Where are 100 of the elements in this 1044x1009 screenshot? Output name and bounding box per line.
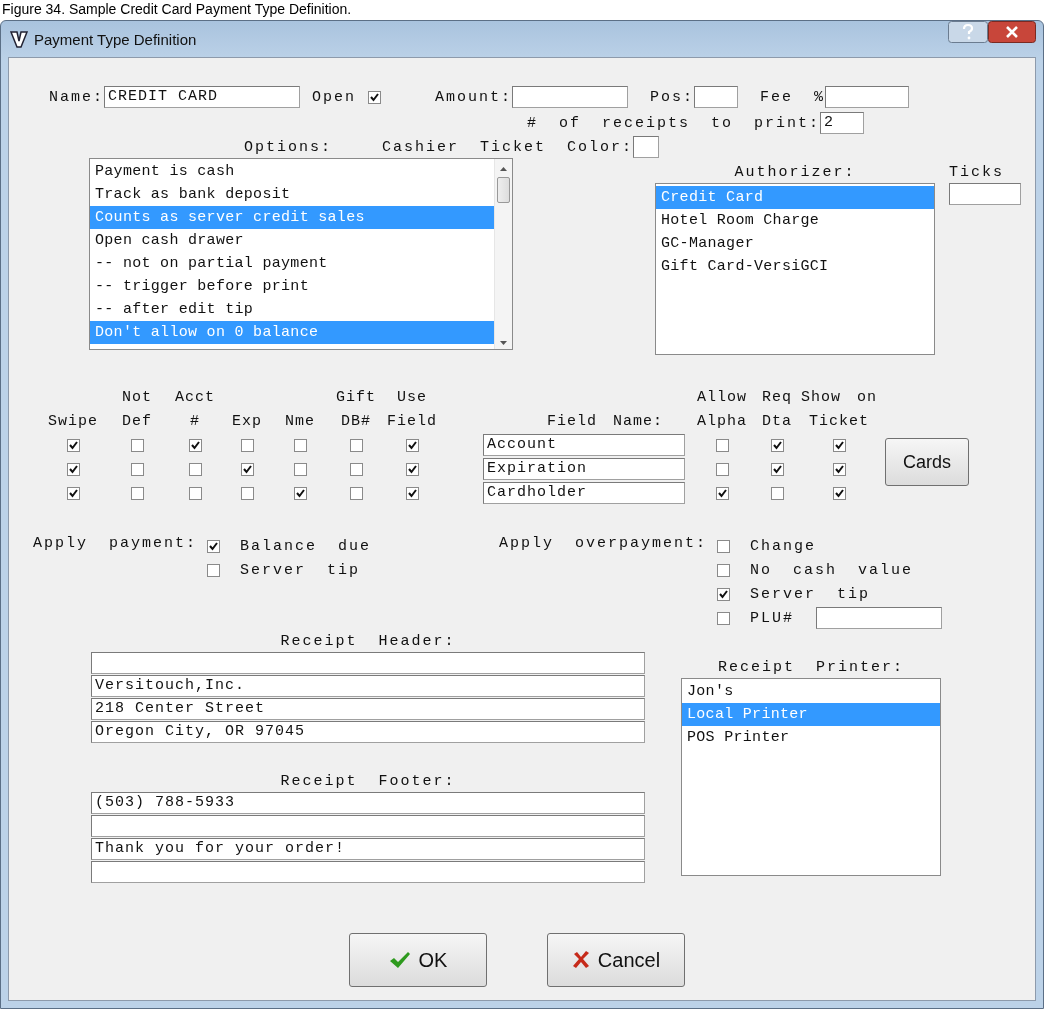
amount-label: Amount: — [435, 88, 513, 106]
ticket-color-field[interactable] — [633, 136, 660, 158]
checkbox-label: Balance due — [240, 537, 372, 555]
checkbox[interactable] — [832, 438, 846, 452]
ticks-label: Ticks — [949, 164, 1004, 181]
checkbox[interactable] — [207, 563, 221, 577]
checkbox[interactable] — [715, 462, 729, 476]
checkbox[interactable] — [717, 587, 731, 601]
checkbox-label: Server tip — [750, 585, 871, 603]
close-icon[interactable] — [988, 21, 1036, 43]
receipt-printer-label: Receipt Printer: — [718, 659, 904, 676]
column-header: Swipe — [48, 412, 98, 430]
ticket-color-label: Cashier Ticket Color: — [382, 138, 634, 156]
name-field[interactable]: CREDIT CARD — [104, 86, 300, 108]
checkbox[interactable] — [240, 462, 254, 476]
checkbox[interactable] — [349, 486, 363, 500]
column-header: Acct — [175, 388, 215, 406]
checkbox[interactable] — [66, 462, 80, 476]
column-header: DB# — [341, 412, 371, 430]
checkbox[interactable] — [832, 462, 846, 476]
checkbox[interactable] — [293, 438, 307, 452]
checkbox[interactable] — [717, 611, 731, 625]
checkbox-label: PLU# — [750, 609, 795, 627]
checkbox[interactable] — [405, 438, 419, 452]
apply-overpayment-label: Apply overpayment: — [499, 535, 708, 552]
checkbox[interactable] — [130, 438, 144, 452]
authorizer-item[interactable]: Hotel Room Charge — [656, 209, 934, 232]
authorizer-item[interactable]: Gift Card-VersiGCI — [656, 255, 934, 278]
column-header: Use — [397, 388, 427, 406]
option-item[interactable]: -- not on partial payment — [90, 252, 494, 275]
scrollbar[interactable] — [494, 159, 512, 349]
option-item[interactable]: -- trigger before print — [90, 275, 494, 298]
window-title: Payment Type Definition — [34, 30, 197, 48]
option-item[interactable]: Track as bank deposit — [90, 183, 494, 206]
pos-label: Pos: — [650, 88, 695, 106]
field-name-input[interactable]: Cardholder — [483, 482, 685, 504]
help-icon[interactable] — [948, 21, 988, 43]
open-label: Open — [312, 88, 357, 106]
checkbox[interactable] — [405, 486, 419, 500]
checkbox[interactable] — [832, 486, 846, 500]
checkbox[interactable] — [770, 438, 784, 452]
checkbox[interactable] — [66, 486, 80, 500]
column-header: Allow — [697, 388, 747, 406]
column-header: Dta — [762, 412, 792, 430]
checkbox[interactable] — [188, 438, 202, 452]
field-name-input[interactable]: Expiration — [483, 458, 685, 480]
fee-field[interactable] — [825, 86, 910, 108]
checkbox[interactable] — [130, 462, 144, 476]
column-header: Alpha — [697, 412, 747, 430]
open-checkbox[interactable] — [368, 90, 382, 104]
checkbox-label: No cash value — [750, 561, 914, 579]
apply-payment-label: Apply payment: — [33, 535, 198, 552]
checkbox[interactable] — [188, 462, 202, 476]
column-header: Exp — [232, 412, 262, 430]
options-label: Options: — [244, 138, 332, 156]
checkbox[interactable] — [207, 539, 221, 553]
checkbox[interactable] — [130, 486, 144, 500]
receipt-footer-label: Receipt Footer: — [280, 773, 456, 790]
column-header: Gift — [336, 388, 376, 406]
checkbox[interactable] — [770, 486, 784, 500]
column-header: Def — [122, 412, 152, 430]
checkbox[interactable] — [715, 486, 729, 500]
amount-field[interactable] — [512, 86, 629, 108]
checkbox[interactable] — [770, 462, 784, 476]
checkbox[interactable] — [66, 438, 80, 452]
field-name-input[interactable]: Account — [483, 434, 685, 456]
cards-button[interactable]: Cards — [885, 438, 969, 486]
printer-item[interactable]: POS Printer — [682, 726, 940, 749]
checkbox[interactable] — [349, 438, 363, 452]
option-item[interactable]: -- after edit tip — [90, 298, 494, 321]
authorizer-label: Authorizer: — [734, 164, 856, 181]
receipts-to-print-field[interactable]: 2 — [820, 112, 865, 134]
column-header: Req — [762, 388, 792, 406]
checkbox[interactable] — [293, 486, 307, 500]
cancel-button[interactable]: Cancel — [547, 933, 685, 987]
receipt-header-label: Receipt Header: — [280, 633, 456, 650]
checkbox[interactable] — [717, 539, 731, 553]
checkbox-label: Change — [750, 537, 817, 555]
cross-icon — [571, 951, 590, 969]
printer-item[interactable]: Jon's — [682, 680, 940, 703]
checkbox[interactable] — [715, 438, 729, 452]
checkmark-icon — [388, 951, 411, 969]
ok-button[interactable]: OK — [349, 933, 487, 987]
authorizer-item[interactable]: GC-Manager — [656, 232, 934, 255]
option-item[interactable]: Payment is cash — [90, 160, 494, 183]
ticks-field[interactable] — [949, 183, 1021, 205]
checkbox[interactable] — [240, 438, 254, 452]
checkbox[interactable] — [405, 462, 419, 476]
scroll-thumb[interactable] — [497, 177, 510, 203]
plu-field[interactable] — [816, 607, 943, 629]
figure-caption: Figure 34. Sample Credit Card Payment Type Definition. — [1, 0, 353, 19]
checkbox[interactable] — [188, 486, 202, 500]
checkbox[interactable] — [349, 462, 363, 476]
checkbox[interactable] — [240, 486, 254, 500]
checkbox[interactable] — [293, 462, 307, 476]
checkbox[interactable] — [717, 563, 731, 577]
option-item[interactable]: Open cash drawer — [90, 229, 494, 252]
pos-field[interactable] — [694, 86, 739, 108]
column-header: Field — [387, 412, 437, 430]
v-logo-icon — [10, 30, 28, 48]
